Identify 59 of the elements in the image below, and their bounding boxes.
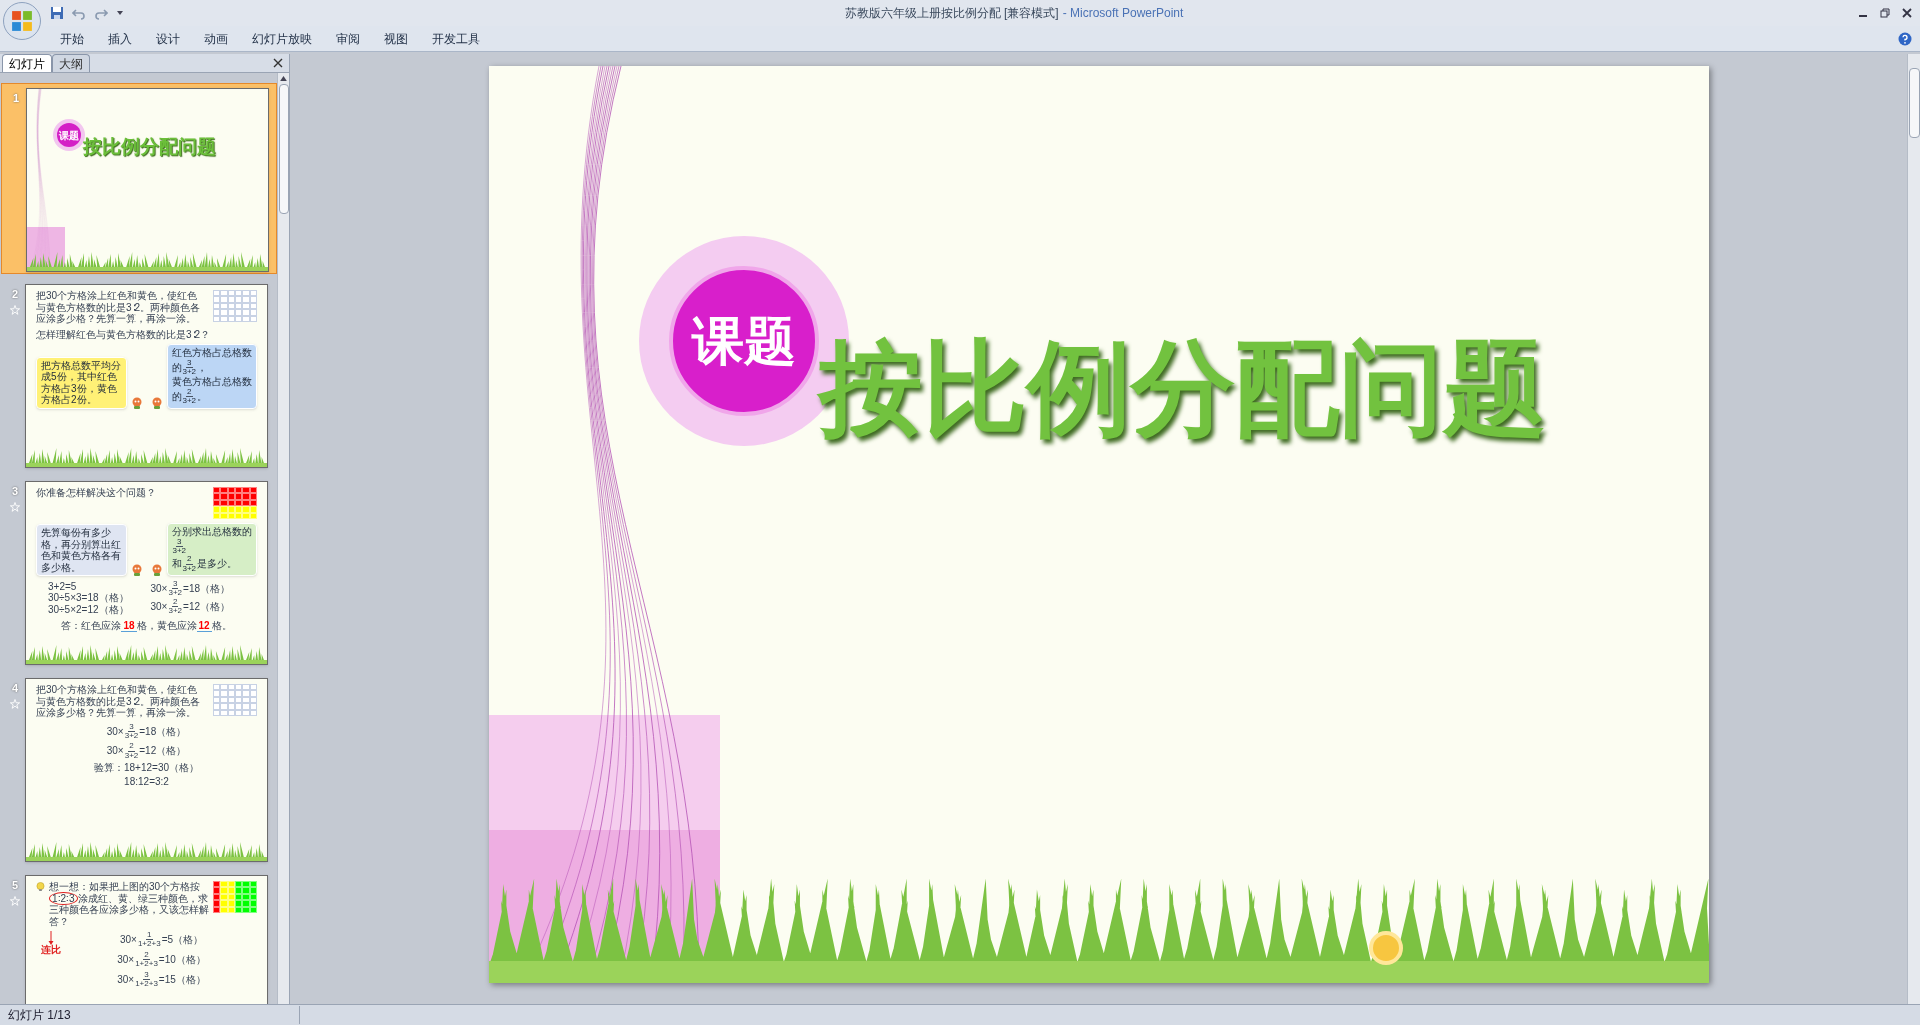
equation-text: 30÷5×2=12（格） — [48, 603, 130, 616]
scrollbar-thumb[interactable] — [1908, 68, 1920, 138]
color-grid — [213, 487, 257, 519]
office-logo-icon — [11, 10, 33, 32]
help-icon[interactable] — [1898, 31, 1912, 46]
bubble-text: 先算每份有多少格，再分别算出红色和黄色方格各有多少格。 — [41, 527, 122, 574]
slide-number: 2 — [11, 287, 19, 302]
restore-icon[interactable] — [1880, 8, 1890, 18]
equation-text: 30÷5×3=18（格） — [48, 592, 130, 604]
empty-grid — [213, 684, 257, 716]
flower-icon — [1368, 931, 1403, 965]
slide-thumbnail[interactable]: 课题 按比例分配问题 — [26, 88, 269, 272]
bubble-text: 分别求出总格数的 3 3+2 — [171, 526, 252, 556]
panel-tab[interactable]: 大纲 — [52, 54, 90, 72]
app-name: - Microsoft PowerPoint — [1062, 5, 1184, 22]
equation-text: 18:12=3:2 — [124, 775, 169, 788]
problem-text: 把30个方格涂上红色和黄色，使红色与黄色方格数的比是3∶2。两种颜色各应涂多少格？先算一算，再涂一涂。 — [36, 290, 202, 325]
ribbon-tab[interactable]: 设计 — [148, 29, 188, 48]
cartoon-character-icon — [130, 396, 143, 409]
close-icon[interactable] — [1902, 8, 1912, 18]
ribbon-tab[interactable]: 插入 — [100, 29, 140, 48]
slide-number: 1 — [12, 91, 20, 106]
window-title: 苏教版六年级上册按比例分配 [兼容模式] — [844, 5, 1059, 22]
equation-text: 3+2=5 — [48, 580, 78, 593]
ribbon-tab[interactable]: 幻灯片放映 — [244, 29, 320, 48]
ribbon-tab[interactable]: 视图 — [376, 29, 416, 48]
slide-number: 3 — [11, 484, 19, 499]
slide-thumbnail-row[interactable]: 1 课题 按比例分配问题 — [1, 83, 277, 274]
note-label: 连比 — [41, 945, 61, 955]
status-text: 幻灯片 1/13 — [0, 1006, 300, 1024]
equation-text: 验算：18+12=30（格） — [93, 762, 200, 774]
ribbon-tab[interactable]: 开始 — [52, 29, 92, 48]
empty-grid — [213, 290, 257, 322]
lightbulb-icon — [36, 882, 45, 891]
color-grid — [213, 881, 257, 913]
ribbon-tab[interactable]: 开发工具 — [424, 29, 488, 48]
scrollbar[interactable] — [277, 73, 289, 1004]
ribbon-tab[interactable]: 审阅 — [328, 29, 368, 48]
question-text: 怎样理解红色与黄色方格数的比是3∶2？ — [36, 328, 212, 340]
scrollbar[interactable] — [1907, 54, 1920, 1004]
save-icon[interactable] — [50, 6, 64, 20]
dropdown-arrow-icon[interactable] — [116, 9, 124, 17]
slide-title: 按比例分配问题 — [83, 135, 216, 159]
slide-number: 5 — [11, 878, 19, 893]
problem-text: 把30个方格涂上红色和黄色，使红色与黄色方格数的比是3∶2。两种颜色各应涂多少格？先算一算，再涂一涂。 — [36, 684, 202, 719]
cartoon-character-icon — [150, 564, 163, 577]
problem-text: 你准备怎样解决这个问题？ — [36, 487, 157, 499]
arrow-icon — [48, 931, 54, 945]
ribbon-tab[interactable]: 动画 — [196, 29, 236, 48]
bubble-text: 把方格总数平均分成5份，其中红色方格占3份，黄色方格占2份。 — [41, 359, 122, 406]
problem-text: 想一想：如果把上图的30个方格按 1∶2∶3 涂成红、黄、绿三种颜色，求三种颜色各应涂多少格，又该怎样解答？ — [49, 881, 209, 927]
answer-text: 答：红色应涂 18 格，黄色应涂 12 格。 — [60, 619, 233, 632]
cartoon-character-icon — [150, 396, 163, 409]
panel-tab[interactable]: 幻灯片 — [2, 54, 52, 72]
close-icon[interactable] — [273, 58, 283, 68]
cartoon-character-icon — [130, 564, 143, 577]
slide-number: 4 — [11, 681, 19, 696]
scroll-up-arrow-icon[interactable] — [280, 76, 287, 81]
scrollbar-thumb[interactable] — [278, 84, 289, 214]
